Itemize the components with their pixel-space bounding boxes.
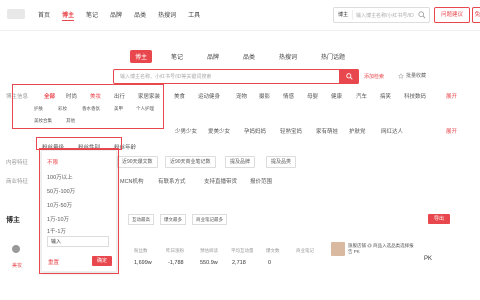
- tags-expand[interactable]: 展开: [446, 127, 457, 135]
- tab-notes[interactable]: 笔记: [166, 50, 188, 63]
- pk-button[interactable]: PK: [424, 256, 432, 262]
- nav-home[interactable]: 首页: [38, 10, 50, 21]
- tag-skincare-fan[interactable]: 护肤党: [349, 127, 366, 135]
- tab-brand[interactable]: 品牌: [202, 50, 224, 63]
- tag-beauty-girl[interactable]: 爱美少女: [208, 127, 230, 135]
- product-text: 旗舰店铺 @ 商品入选品类选择报告 PK: [348, 243, 414, 254]
- content-label: 内容特征: [6, 160, 29, 166]
- val-hot: 0: [268, 260, 272, 266]
- product-thumbnail: [331, 242, 345, 256]
- option-mcn[interactable]: MCN机构: [120, 177, 144, 185]
- tab-hot-topics[interactable]: 热门话题: [316, 50, 350, 63]
- feedback-button[interactable]: 问题建议: [434, 7, 470, 23]
- sort-interaction[interactable]: 互动最高: [128, 214, 154, 225]
- category-baby[interactable]: 母婴: [307, 92, 318, 100]
- search-type-select[interactable]: 博主: [334, 10, 354, 20]
- advanced-search-link[interactable]: 添加检索: [364, 73, 384, 80]
- nav-notes[interactable]: 笔记: [86, 10, 98, 21]
- val-daily-fans: -1,788: [168, 260, 184, 266]
- logo: [7, 9, 25, 19]
- category-sports[interactable]: 运动健身: [198, 92, 220, 100]
- tag-pregnant-mom[interactable]: 孕妈妈妈: [244, 127, 266, 135]
- search-icon: [345, 73, 353, 80]
- val-fans: 1,699w: [134, 260, 152, 266]
- col-read: 预估阅读: [200, 248, 218, 253]
- category-funny[interactable]: 搞笑: [380, 92, 391, 100]
- sub-tabs: 博主 笔记 品牌 品类 热搜词 热门话题: [0, 50, 480, 63]
- highlight-dropdown-panel: [39, 148, 119, 274]
- tab-category[interactable]: 品类: [238, 50, 260, 63]
- tag-kids[interactable]: 家有萌娃: [316, 127, 338, 135]
- option-price-range[interactable]: 报价范围: [250, 177, 272, 185]
- category-car[interactable]: 汽车: [356, 92, 367, 100]
- top-search[interactable]: 博主 输入博主名称/小红书号/ID: [333, 7, 430, 23]
- category-food[interactable]: 美食: [174, 92, 185, 100]
- option-contact[interactable]: 有联系方式: [158, 177, 186, 185]
- col-hot: 爆文数: [266, 248, 280, 253]
- tag-youth[interactable]: 少男少女: [175, 127, 197, 135]
- col-daily-fans: 昨日涨粉: [166, 248, 184, 253]
- business-label: 商业特征: [6, 179, 29, 185]
- avatar: [12, 245, 20, 253]
- main-search[interactable]: 输入博主名称、小红书号/ID等关键词搜索: [113, 69, 359, 84]
- tab-blogger[interactable]: 博主: [129, 50, 152, 63]
- category-tech[interactable]: 科技数码: [404, 92, 426, 100]
- category-photo[interactable]: 摄影: [259, 92, 270, 100]
- tag-young-mom[interactable]: 轻熟宝妈: [280, 127, 302, 135]
- nav-tools[interactable]: 工具: [188, 10, 200, 21]
- nav-hot-words[interactable]: 热搜词: [158, 10, 176, 21]
- category-health[interactable]: 健康: [331, 92, 342, 100]
- table-title: 博主: [6, 217, 20, 224]
- tag-influencer[interactable]: 网红达人: [381, 127, 403, 135]
- search-icon[interactable]: [418, 11, 426, 19]
- chip-category-mention[interactable]: 提及品类: [266, 156, 297, 168]
- top-nav: 首页 博主 笔记 品牌 品类 热搜词 工具: [38, 10, 200, 21]
- trial-button[interactable]: 免费试用: [472, 7, 480, 23]
- top-bar: 首页 博主 笔记 品牌 品类 热搜词 工具 博主 输入博主名称/小红书号/ID …: [0, 0, 480, 31]
- sort-commercial[interactable]: 商业笔记最多: [192, 214, 227, 225]
- nav-blogger[interactable]: 博主: [62, 10, 75, 21]
- export-button[interactable]: 导出: [428, 214, 450, 224]
- col-commercial: 商业笔记: [296, 248, 314, 253]
- main-search-input[interactable]: 输入博主名称、小红书号/ID等关键词搜索: [120, 73, 211, 80]
- star-icon: [398, 72, 404, 79]
- highlight-category-box: [12, 84, 164, 129]
- val-read: 550.9w: [200, 260, 218, 266]
- row-tag: 美妆: [12, 263, 23, 269]
- chip-brand-mention[interactable]: 提及品牌: [225, 156, 256, 168]
- sort-hot[interactable]: 爆文最多: [160, 214, 186, 225]
- category-pets[interactable]: 宠物: [236, 92, 247, 100]
- nav-brand[interactable]: 品牌: [110, 10, 122, 21]
- batch-favorite-label: 批量收藏: [406, 73, 427, 79]
- category-emotion[interactable]: 情感: [283, 92, 294, 100]
- nav-category[interactable]: 品类: [134, 10, 146, 21]
- chip-hot-notes[interactable]: 近90天爆文数: [117, 156, 158, 168]
- tab-hot-words[interactable]: 热搜词: [274, 50, 302, 63]
- col-interaction: 平均互动量: [231, 248, 254, 253]
- col-fans: 粉丝数: [134, 248, 148, 253]
- batch-favorite-button[interactable]: 批量收藏: [398, 72, 426, 79]
- main-search-button[interactable]: [339, 69, 359, 84]
- option-live-selling[interactable]: 支持直播带货: [204, 177, 237, 185]
- chip-commercial-notes[interactable]: 近90天商业笔记数: [165, 156, 216, 168]
- top-search-input[interactable]: 输入博主名称/小红书号/ID: [353, 12, 418, 19]
- val-interaction: 2,718: [232, 260, 246, 266]
- category-expand[interactable]: 展开: [446, 92, 457, 100]
